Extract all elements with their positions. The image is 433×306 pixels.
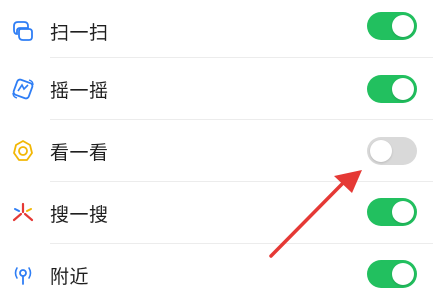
settings-row-search[interactable]: 搜一搜 xyxy=(0,182,433,244)
scan-toggle[interactable] xyxy=(367,12,417,40)
nearby-icon xyxy=(10,262,36,288)
look-toggle[interactable] xyxy=(367,137,417,165)
search-toggle[interactable] xyxy=(367,198,417,226)
settings-item-label: 搜一搜 xyxy=(50,203,109,226)
toggle-knob xyxy=(392,201,414,223)
settings-item-label: 扫一扫 xyxy=(50,21,109,44)
settings-item-label: 摇一摇 xyxy=(50,79,109,102)
settings-row-nearby[interactable]: 附近 xyxy=(0,244,433,306)
toggle-knob xyxy=(392,263,414,285)
look-icon xyxy=(10,138,36,164)
settings-row-look[interactable]: 看一看 xyxy=(0,120,433,182)
toggle-knob xyxy=(392,78,414,100)
search-sparkle-icon xyxy=(10,200,36,226)
shake-toggle[interactable] xyxy=(367,75,417,103)
toggle-knob xyxy=(370,140,392,162)
settings-item-label: 附近 xyxy=(50,265,90,288)
toggle-knob xyxy=(392,15,414,37)
nearby-toggle[interactable] xyxy=(367,260,417,288)
settings-row-shake[interactable]: 摇一摇 xyxy=(0,58,433,120)
scan-icon xyxy=(10,18,36,44)
settings-row-scan[interactable]: 扫一扫 xyxy=(0,0,433,62)
settings-list: 扫一扫 摇一摇 看一看 搜一搜 附近 xyxy=(0,0,433,298)
settings-item-label: 看一看 xyxy=(50,141,109,164)
shake-icon xyxy=(10,76,36,102)
